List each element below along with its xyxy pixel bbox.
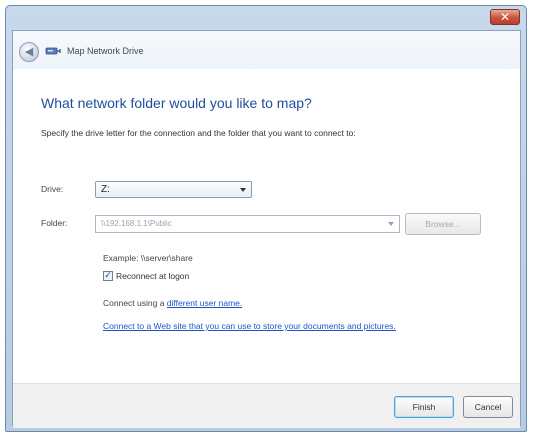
close-icon: ✕ <box>499 10 511 24</box>
wizard-title: Map Network Drive <box>67 46 144 56</box>
page-heading: What network folder would you like to ma… <box>41 95 312 111</box>
close-button[interactable]: ✕ <box>490 9 520 25</box>
example-text: Example: \\server\share <box>103 253 193 263</box>
folder-label: Folder: <box>41 218 68 228</box>
different-user-link[interactable]: different user name. <box>167 298 242 308</box>
finish-button[interactable]: Finish <box>394 396 454 418</box>
reconnect-checkbox[interactable]: ✓ <box>103 271 113 281</box>
connect-using-prefix: Connect using a <box>103 298 167 308</box>
folder-dropdown-icon[interactable] <box>388 222 394 226</box>
connect-using-text: Connect using a different user name. <box>103 298 242 308</box>
web-site-link-row: Connect to a Web site that you can use t… <box>103 321 396 331</box>
browse-button[interactable]: Browse... <box>405 213 481 235</box>
wizard-client-area: ◀ Map Network Drive What network folder … <box>12 30 521 428</box>
folder-input[interactable]: \\192.168.1.1\Public <box>95 215 400 233</box>
drive-label: Drive: <box>41 184 64 194</box>
chevron-down-icon <box>240 188 246 192</box>
checkmark-icon: ✓ <box>104 271 112 281</box>
cancel-button[interactable]: Cancel <box>463 396 513 418</box>
back-button[interactable]: ◀ <box>19 42 39 62</box>
drive-select-value: Z: <box>101 184 110 195</box>
folder-input-value: \\192.168.1.1\Public <box>101 219 172 228</box>
back-arrow-icon: ◀ <box>24 45 34 58</box>
instruction-text: Specify the drive letter for the connect… <box>41 128 356 138</box>
drive-letter-select[interactable]: Z: <box>95 181 252 198</box>
wizard-header: ◀ Map Network Drive <box>13 31 520 69</box>
wizard-footer: Finish Cancel <box>13 383 520 428</box>
web-site-link[interactable]: Connect to a Web site that you can use t… <box>103 321 396 331</box>
reconnect-label[interactable]: Reconnect at logon <box>116 271 189 281</box>
map-network-drive-window: ✕ ◀ Map Network Drive What network folde… <box>5 5 527 432</box>
network-drive-icon <box>45 47 61 55</box>
